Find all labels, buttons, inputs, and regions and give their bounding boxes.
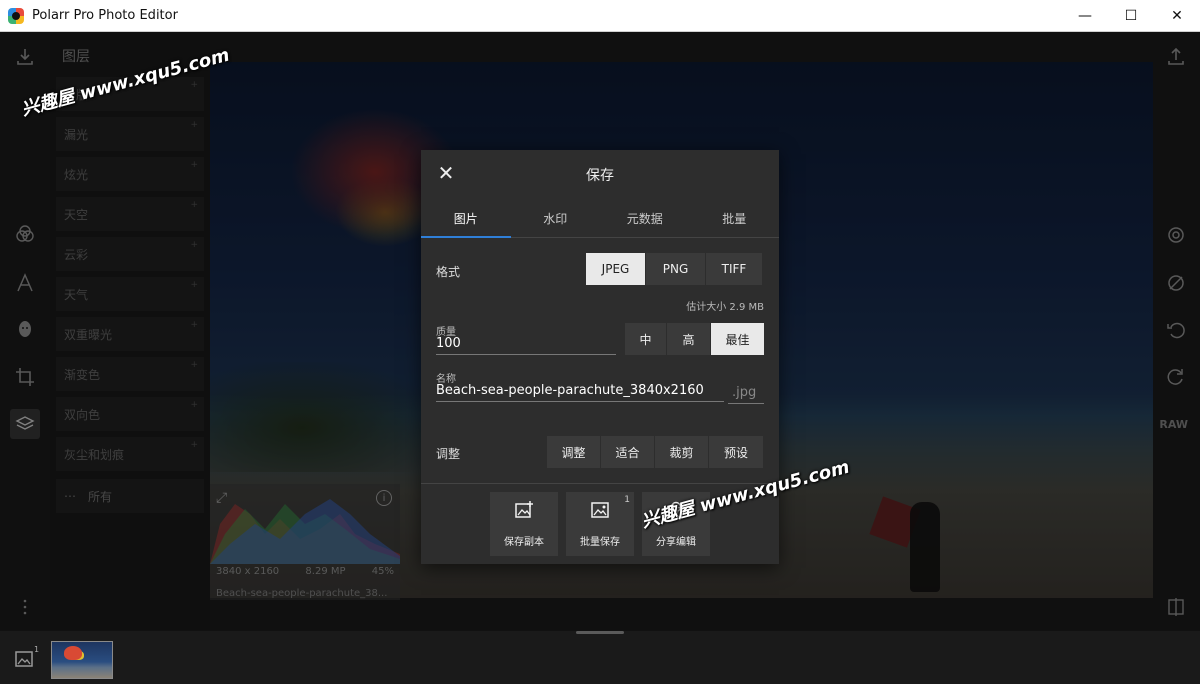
gallery-icon[interactable] [14, 649, 34, 674]
minimize-button[interactable]: — [1062, 0, 1108, 32]
file-extension: .jpg [728, 382, 764, 404]
batch-save-button[interactable]: 1 批量保存 [566, 492, 634, 556]
share-edit-label: 分享编辑 [656, 537, 696, 548]
quality-medium-button[interactable]: 中 [625, 323, 667, 355]
maximize-button[interactable]: ☐ [1108, 0, 1154, 32]
filmstrip-handle[interactable] [576, 631, 624, 634]
window-controls: — ☐ ✕ [1062, 0, 1200, 32]
batch-count-badge: 1 [624, 495, 630, 505]
tab-watermark[interactable]: 水印 [511, 200, 601, 237]
filename-input[interactable]: Beach-sea-people-parachute_3840x2160 [436, 380, 724, 402]
dialog-tabs: 图片 水印 元数据 批量 [421, 200, 779, 238]
crop-button[interactable]: 裁剪 [655, 436, 709, 468]
close-window-button[interactable]: ✕ [1154, 0, 1200, 32]
adjust-selector: 调整 适合 裁剪 预设 [547, 436, 763, 468]
quality-input[interactable]: 100 [436, 333, 616, 355]
tab-metadata[interactable]: 元数据 [600, 200, 690, 237]
format-tiff-button[interactable]: TIFF [706, 253, 762, 285]
dialog-title: 保存 [586, 168, 614, 184]
fit-button[interactable]: 适合 [601, 436, 655, 468]
image-plus-icon [514, 500, 534, 525]
title-bar: Polarr Pro Photo Editor — ☐ ✕ [0, 0, 1200, 32]
image-count-badge: 1 [34, 645, 40, 654]
quality-high-button[interactable]: 高 [667, 323, 711, 355]
adjust-button[interactable]: 调整 [547, 436, 601, 468]
adjust-label: 调整 [436, 447, 461, 461]
filmstrip: 1 [0, 630, 1200, 684]
batch-save-label: 批量保存 [580, 537, 620, 548]
format-label: 格式 [436, 265, 461, 279]
format-selector: JPEG PNG TIFF [586, 253, 762, 285]
images-icon [590, 500, 610, 525]
tab-batch[interactable]: 批量 [690, 200, 780, 237]
format-jpeg-button[interactable]: JPEG [586, 253, 646, 285]
preset-button[interactable]: 预设 [709, 436, 763, 468]
save-copy-label: 保存副本 [504, 537, 544, 548]
tab-image[interactable]: 图片 [421, 200, 511, 238]
image-thumbnail[interactable] [51, 641, 113, 679]
quality-selector: 中 高 最佳 [625, 323, 764, 355]
app-logo-icon [8, 7, 24, 24]
window-title: Polarr Pro Photo Editor [32, 8, 178, 23]
estimated-size-text: 估计大小 2.9 MB [686, 302, 764, 313]
quality-best-button[interactable]: 最佳 [711, 323, 764, 355]
save-copy-button[interactable]: 保存副本 [490, 492, 558, 556]
format-png-button[interactable]: PNG [646, 253, 706, 285]
